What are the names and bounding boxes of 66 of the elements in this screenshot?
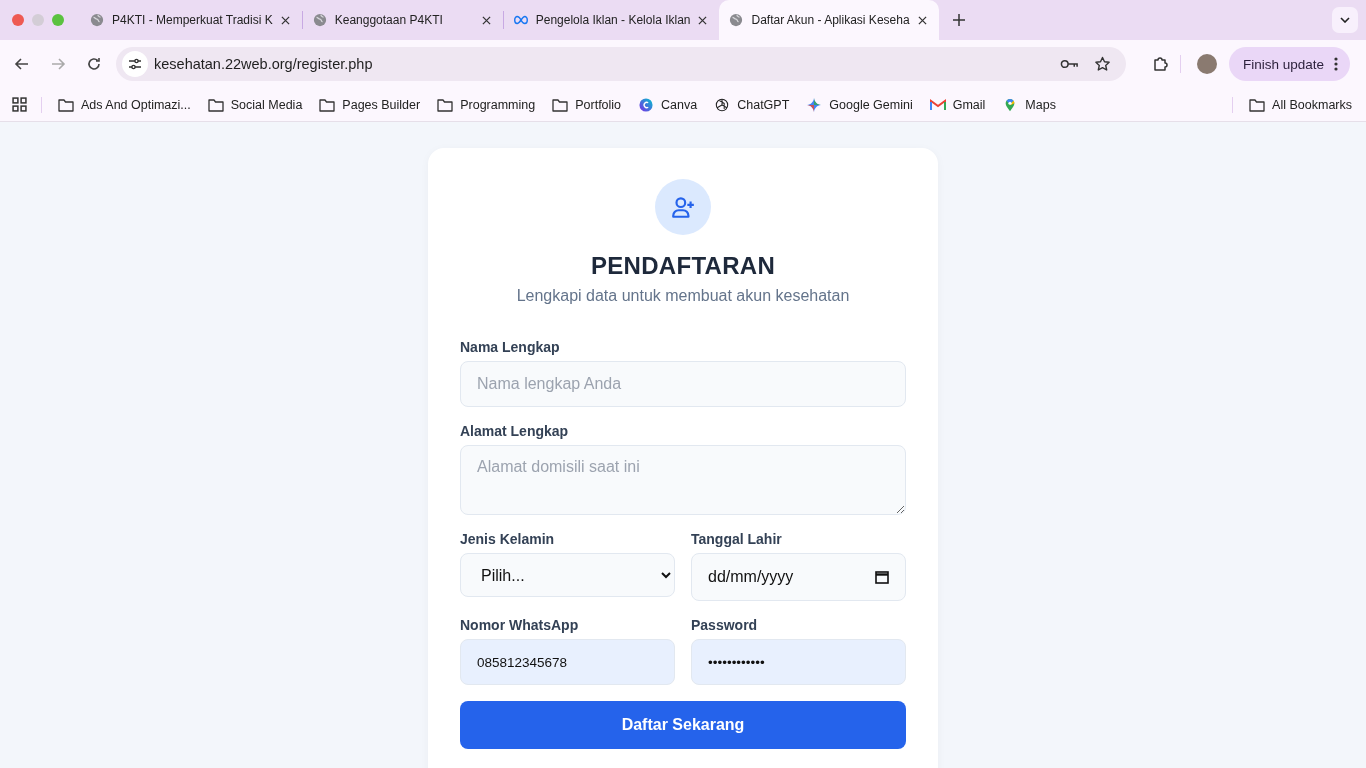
field-label: Password bbox=[691, 617, 759, 633]
folder-icon bbox=[319, 97, 336, 112]
folder-icon bbox=[437, 97, 454, 112]
bookmark[interactable]: Maps bbox=[1002, 97, 1056, 112]
person-plus-icon bbox=[655, 179, 711, 235]
folder-icon bbox=[552, 97, 569, 112]
finish-update-button[interactable]: Finish update bbox=[1229, 47, 1351, 81]
bookmark[interactable]: Portfolio bbox=[552, 97, 622, 112]
register-button[interactable]: Daftar Sekarang bbox=[460, 701, 906, 749]
close-icon[interactable] bbox=[698, 15, 708, 25]
folder-icon bbox=[58, 97, 74, 112]
apps-grid-icon[interactable] bbox=[12, 97, 27, 112]
bookmark[interactable]: Pages Builder bbox=[319, 97, 421, 112]
input-field[interactable]: Nama lengkap Anda bbox=[460, 361, 906, 407]
bookmark[interactable]: Canva bbox=[638, 97, 698, 112]
globe-icon bbox=[729, 13, 744, 27]
reload-icon[interactable] bbox=[86, 56, 102, 72]
field-label: Nama Lengkap bbox=[460, 339, 561, 355]
bookmark[interactable]: Ads And Optimazi... bbox=[58, 97, 191, 112]
infinity-icon bbox=[513, 13, 528, 27]
address-bar[interactable]: kesehatan.22web.org/register.php bbox=[116, 47, 1126, 81]
tab-title: Keanggotaan P4KTI bbox=[334, 13, 444, 27]
bookmark[interactable]: Social Media bbox=[207, 97, 303, 112]
calendar-icon[interactable] bbox=[875, 570, 889, 584]
close-icon[interactable] bbox=[280, 15, 290, 25]
back-icon[interactable] bbox=[14, 56, 30, 72]
globe-icon bbox=[90, 13, 104, 27]
browser-tab[interactable]: Pengelola Iklan - Kelola Iklan bbox=[503, 0, 720, 40]
browser-tab[interactable]: Keanggotaan P4KTI bbox=[302, 0, 503, 40]
bookmark[interactable]: Gmail bbox=[929, 97, 986, 112]
field-label: Alamat Lengkap bbox=[460, 423, 570, 439]
close-window-button[interactable] bbox=[12, 14, 24, 26]
all-bookmarks-button[interactable]: All Bookmarks bbox=[1249, 97, 1352, 112]
tab-title: P4KTI - Memperkuat Tradisi K bbox=[112, 13, 273, 27]
date-field[interactable]: dd/mm/yyyy bbox=[691, 553, 906, 601]
site-settings-icon[interactable] bbox=[122, 51, 148, 77]
browser-tab[interactable]: Daftar Akun - Aplikasi Keseha bbox=[719, 0, 939, 40]
select-dropdown[interactable]: Pilih... bbox=[460, 553, 675, 597]
circle-c-icon bbox=[638, 97, 655, 112]
bookmark[interactable]: ChatGPT bbox=[714, 97, 790, 112]
close-icon[interactable] bbox=[481, 15, 491, 25]
field-label: Nomor WhatsApp bbox=[460, 617, 580, 633]
input-field[interactable]: •••••••••••• bbox=[691, 639, 906, 685]
tab-title: Pengelola Iklan - Kelola Iklan bbox=[535, 13, 691, 27]
puzzle-icon[interactable] bbox=[1152, 56, 1168, 72]
form-subtitle: Lengkapi data untuk membuat akun kesehatan bbox=[515, 287, 851, 305]
chevron-down-icon bbox=[1340, 17, 1350, 23]
browser-tab[interactable]: P4KTI - Memperkuat Tradisi K bbox=[80, 0, 302, 40]
field-label: Jenis Kelamin bbox=[460, 531, 556, 547]
field-label: Tanggal Lahir bbox=[691, 531, 783, 547]
form-title: PENDAFTARAN bbox=[589, 252, 777, 280]
star-icon[interactable] bbox=[1093, 56, 1112, 72]
folder-icon bbox=[207, 97, 224, 112]
textarea-field[interactable]: Alamat domisili saat ini bbox=[460, 445, 906, 515]
more-icon bbox=[1334, 57, 1339, 71]
input-field[interactable]: 085812345678 bbox=[460, 639, 675, 685]
envelope-m-icon bbox=[929, 97, 946, 112]
avatar[interactable] bbox=[1197, 54, 1217, 74]
close-icon[interactable] bbox=[917, 15, 927, 25]
tab-title: Daftar Akun - Aplikasi Keseha bbox=[751, 13, 910, 27]
bookmark[interactable]: Google Gemini bbox=[806, 97, 913, 112]
folder-icon bbox=[1249, 97, 1266, 112]
new-tab-icon[interactable] bbox=[952, 14, 965, 26]
globe-icon bbox=[312, 13, 327, 27]
tab-search-button[interactable] bbox=[1332, 7, 1358, 33]
bookmark[interactable]: Programming bbox=[437, 97, 536, 112]
